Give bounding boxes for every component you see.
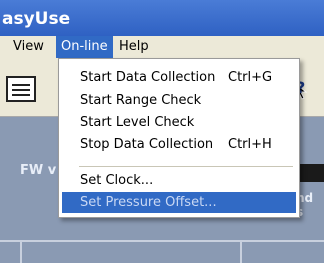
menu-item-set-pressure-offset[interactable]: Set Pressure Offset... bbox=[62, 192, 296, 213]
window-title-bar: asyUse bbox=[0, 0, 324, 36]
window-title: asyUse bbox=[2, 9, 71, 29]
panel-frame-line bbox=[240, 240, 242, 263]
notepad-icon[interactable] bbox=[6, 76, 36, 102]
menu-item-start-data-collection[interactable]: Start Data Collection Ctrl+G bbox=[62, 67, 296, 88]
menu-item-start-level-check[interactable]: Start Level Check bbox=[62, 112, 296, 133]
menu-bar: View On-line Help bbox=[0, 36, 324, 59]
panel-frame-line bbox=[20, 240, 22, 263]
menu-item-start-range-check[interactable]: Start Range Check bbox=[62, 90, 296, 111]
status-label: nd s bbox=[296, 191, 314, 219]
fw-version-label: FW v bbox=[20, 163, 57, 178]
panel-frame-line bbox=[0, 240, 324, 242]
menu-item-set-clock[interactable]: Set Clock... bbox=[62, 170, 296, 191]
menu-view[interactable]: View bbox=[8, 36, 49, 58]
online-menu-dropdown: Start Data Collection Ctrl+G Start Range… bbox=[58, 58, 300, 218]
menu-separator bbox=[79, 166, 293, 167]
menu-online[interactable]: On-line bbox=[56, 36, 113, 58]
menu-help[interactable]: Help bbox=[114, 36, 154, 58]
status-display bbox=[300, 164, 324, 182]
menu-item-stop-data-collection[interactable]: Stop Data Collection Ctrl+H bbox=[62, 134, 296, 155]
